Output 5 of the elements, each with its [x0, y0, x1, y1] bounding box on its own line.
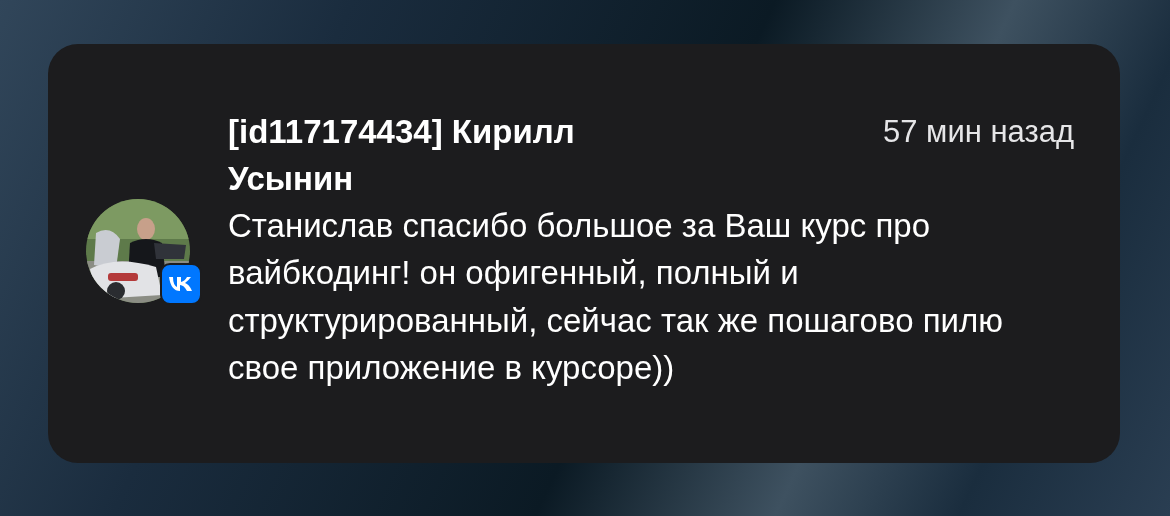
app-badge-icon	[160, 262, 202, 305]
timestamp: 57 мин назад	[883, 112, 1074, 151]
message-text: Станислав спасибо большое за Ваш курс про вайбкодинг! он офигенный, полный и структурированный, сейчас так же пошагово пилю свое приложение в курсоре))	[228, 205, 1004, 388]
notification-card[interactable]: [id117174434] Кирилл Усынин 57 мин назад Станислав спасибо большое за Ваш курс про вайбкодинг! он офигенный, полный и структурированный, сейчас так же пошагово пилю свое приложение в курсоре))	[48, 44, 1120, 463]
sender-name: [id117174434] Кирилл Усынин	[228, 111, 576, 199]
